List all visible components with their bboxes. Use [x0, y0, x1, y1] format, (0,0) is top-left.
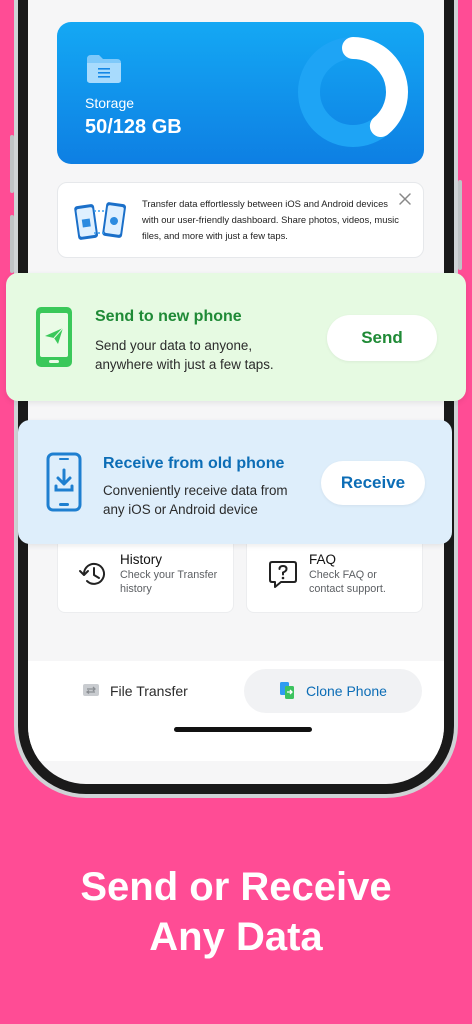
info-banner: Transfer data effortlessly between iOS a…: [57, 182, 424, 258]
history-subtitle-line: history: [120, 582, 152, 595]
faq-subtitle: Check FAQ or contact support.: [309, 569, 419, 596]
tab-file-transfer[interactable]: File Transfer: [72, 669, 212, 713]
faq-title: FAQ: [309, 552, 337, 567]
home-indicator: [174, 727, 312, 732]
tab-clone-phone-label: Clone Phone: [306, 683, 387, 699]
receive-card-description-line: any iOS or Android device: [103, 502, 258, 517]
marketing-headline: Send or Receive Any Data: [0, 862, 472, 962]
folder-icon: [87, 55, 121, 83]
history-icon: [79, 562, 105, 585]
history-subtitle: Check your Transfer history: [120, 569, 230, 596]
history-title: History: [120, 552, 163, 567]
send-card[interactable]: Send to new phone Send your data to anyo…: [6, 273, 466, 401]
tab-clone-phone[interactable]: Clone Phone: [244, 669, 422, 713]
faq-icon: [269, 561, 297, 588]
info-banner-text: Transfer data effortlessly between iOS a…: [142, 198, 399, 241]
storage-ring-chart: [298, 37, 408, 147]
storage-label: Storage: [85, 95, 135, 111]
clone-phone-icon: [280, 682, 294, 699]
send-card-description-line: Send your data to anyone,: [95, 338, 253, 353]
send-card-title: Send to new phone: [95, 308, 242, 325]
receive-card[interactable]: Receive from old phone Conveniently rece…: [18, 420, 452, 544]
transfer-illustration-icon: [74, 202, 127, 240]
send-button[interactable]: Send: [327, 315, 437, 361]
history-subtitle-line: Check your Transfer: [120, 569, 218, 581]
storage-value: 50/128 GB: [85, 116, 182, 138]
headline-line-2: Any Data: [149, 915, 323, 959]
phone-side-button: [458, 180, 462, 270]
bottom-nav: File Transfer Clone Phone: [28, 661, 444, 761]
phone-download-icon: [46, 452, 82, 512]
receive-card-description-line: Conveniently receive data from: [103, 483, 288, 498]
file-transfer-icon: [83, 684, 99, 696]
faq-subtitle-line: contact support.: [309, 582, 386, 595]
faq-subtitle-line: Check FAQ or: [309, 569, 377, 581]
phone-send-icon: [36, 307, 72, 367]
headline-line-1: Send or Receive: [80, 865, 392, 909]
send-card-description: Send your data to anyone, anywhere with …: [95, 336, 274, 374]
close-icon[interactable]: [398, 192, 412, 206]
receive-button[interactable]: Receive: [321, 461, 425, 505]
tab-file-transfer-label: File Transfer: [110, 683, 188, 699]
receive-card-title: Receive from old phone: [103, 455, 285, 472]
send-card-description-line: anywhere with just a few taps.: [95, 357, 274, 372]
receive-card-description: Conveniently receive data from any iOS o…: [103, 481, 288, 519]
storage-card[interactable]: Storage 50/128 GB: [57, 22, 424, 164]
